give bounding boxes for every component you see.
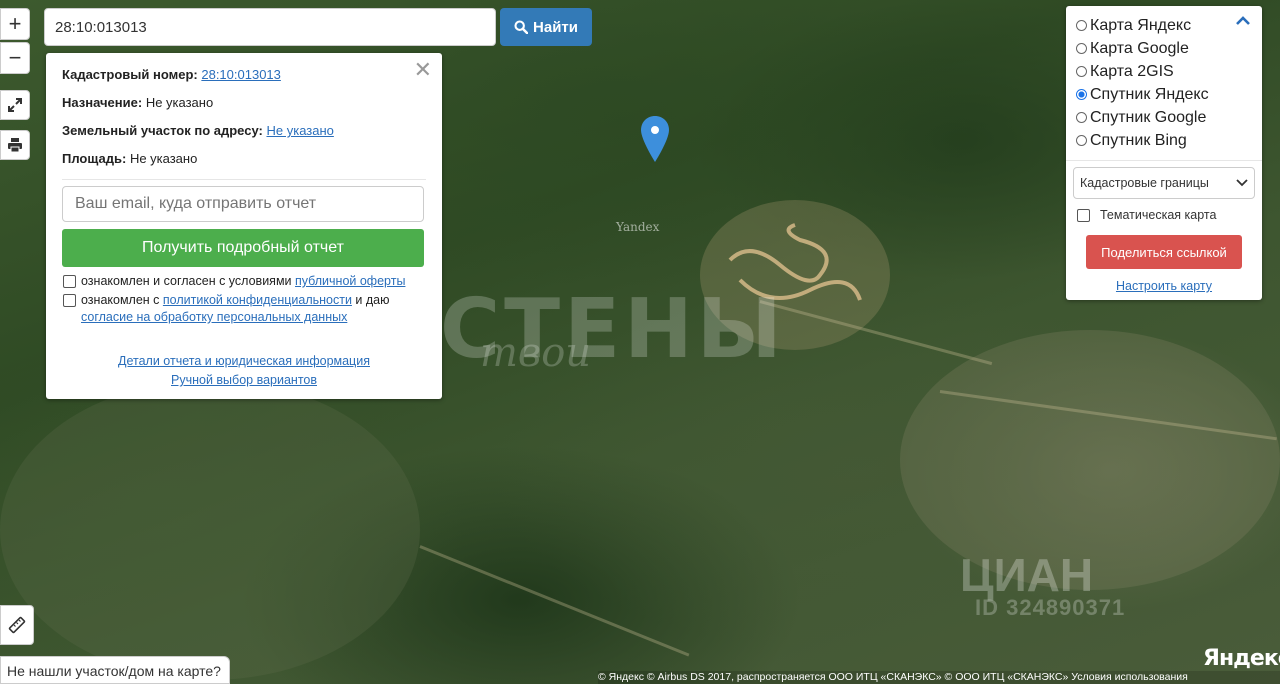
- report-details-link[interactable]: Детали отчета и юридическая информация: [118, 354, 370, 368]
- personal-data-consent-link[interactable]: согласие на обработку персональных данны…: [81, 310, 347, 324]
- get-report-button[interactable]: Получить подробный отчет: [62, 229, 424, 267]
- cian-watermark: ЦИАН: [960, 549, 1094, 601]
- thematic-map-checkbox[interactable]: [1077, 208, 1090, 222]
- map-copyright: © Яндекс © Airbus DS 2017, распространяе…: [598, 671, 1280, 684]
- village-area-left: [0, 380, 420, 680]
- cadastral-number-label: Кадастровый номер:: [62, 67, 198, 82]
- radio-selected[interactable]: [1076, 89, 1087, 100]
- search-icon: [514, 20, 529, 34]
- search-button[interactable]: Найти: [500, 8, 592, 46]
- layer-option-label: Спутник Google: [1090, 109, 1207, 126]
- ruler-button[interactable]: [0, 605, 34, 645]
- fullscreen-button[interactable]: [0, 90, 30, 120]
- layer-radio-list: Карта Яндекс Карта Google Карта 2GIS Спутни…: [1073, 14, 1255, 152]
- cadastral-search-input[interactable]: [44, 8, 496, 46]
- zoom-out-button[interactable]: −: [0, 42, 30, 74]
- watermark-script: твои: [480, 330, 592, 376]
- layer-option[interactable]: Спутник Google: [1073, 106, 1255, 129]
- layer-option[interactable]: Спутник Bing: [1073, 129, 1255, 152]
- address-label: Земельный участок по адресу:: [62, 123, 263, 138]
- thematic-map-option[interactable]: Тематическая карта: [1073, 208, 1255, 222]
- purpose-value: Не указано: [145, 95, 214, 110]
- privacy-consent-text: ознакомлен с политикой конфиденциальност…: [81, 292, 390, 326]
- divider: [1066, 160, 1262, 161]
- share-link-button[interactable]: Поделиться ссылкой: [1086, 235, 1242, 269]
- map-layers-panel: Карта Яндекс Карта Google Карта 2GIS Спутни…: [1066, 6, 1262, 300]
- layer-option[interactable]: Спутник Яндекс: [1073, 83, 1255, 106]
- search-button-label: Найти: [533, 18, 578, 36]
- radio-button[interactable]: [1076, 112, 1087, 123]
- minus-icon: −: [8, 45, 22, 70]
- purpose-label: Назначение:: [62, 95, 143, 110]
- cadastral-number-row: Кадастровый номер: 28:10:013013: [62, 67, 426, 82]
- offer-consent-text: ознакомлен и согласен с условиями публич…: [81, 273, 405, 290]
- close-icon[interactable]: ✕: [414, 57, 432, 83]
- privacy-consent-label-2: и даю: [351, 293, 390, 307]
- manual-selection-link[interactable]: Ручной выбор вариантов: [171, 373, 317, 387]
- address-link[interactable]: Не указано: [266, 123, 333, 138]
- parcel-info-panel: ✕ Кадастровый номер: 28:10:013013 Назнач…: [46, 53, 442, 399]
- email-field[interactable]: [62, 186, 424, 222]
- configure-map-link[interactable]: Настроить карту: [1073, 279, 1255, 293]
- layer-option-label: Спутник Bing: [1090, 132, 1187, 149]
- privacy-consent-row: ознакомлен с политикой конфиденциальност…: [62, 292, 426, 326]
- area-row: Площадь: Не указано: [62, 151, 426, 166]
- not-found-link[interactable]: Не нашли участок/дом на карте?: [0, 656, 230, 684]
- layer-option[interactable]: Карта Google: [1073, 37, 1255, 60]
- road: [419, 545, 690, 657]
- layer-option-label: Спутник Яндекс: [1090, 86, 1209, 103]
- cadastral-layer-select-value: Кадастровые границы: [1080, 176, 1209, 190]
- print-icon: [8, 138, 22, 153]
- layer-option-label: Карта Google: [1090, 40, 1189, 57]
- offer-checkbox[interactable]: [63, 275, 76, 288]
- radio-button[interactable]: [1076, 135, 1087, 146]
- radio-button[interactable]: [1076, 20, 1087, 31]
- expand-icon: [8, 98, 22, 112]
- privacy-consent-label: ознакомлен с: [81, 293, 163, 307]
- layer-option-label: Карта Яндекс: [1090, 17, 1192, 34]
- plus-icon: +: [8, 11, 22, 36]
- privacy-checkbox[interactable]: [63, 294, 76, 307]
- chevron-down-icon: [1236, 179, 1248, 187]
- radio-button[interactable]: [1076, 43, 1087, 54]
- offer-consent-row: ознакомлен и согласен с условиями публич…: [62, 273, 426, 290]
- address-row: Земельный участок по адресу: Не указано: [62, 123, 426, 138]
- ruler-icon: [8, 616, 26, 634]
- cadastral-number-link[interactable]: 28:10:013013: [201, 67, 281, 82]
- report-links: Детали отчета и юридическая информация Р…: [62, 352, 426, 390]
- location-marker-icon[interactable]: [641, 116, 669, 165]
- purpose-row: Назначение: Не указано: [62, 95, 426, 110]
- yandex-logo: Яндекс: [1203, 646, 1280, 671]
- area-value: Не указано: [129, 151, 198, 166]
- yandex-map-label: Yandex: [616, 220, 660, 234]
- layer-option[interactable]: Карта Яндекс: [1073, 14, 1255, 37]
- radio-button[interactable]: [1076, 66, 1087, 77]
- divider: [62, 179, 426, 180]
- public-offer-link[interactable]: публичной оферты: [295, 274, 405, 288]
- offer-consent-label: ознакомлен и согласен с условиями: [81, 274, 295, 288]
- zoom-in-button[interactable]: +: [0, 8, 30, 40]
- cian-id-watermark: ID 324890371: [975, 595, 1126, 620]
- area-label: Площадь:: [62, 151, 127, 166]
- print-button[interactable]: [0, 130, 30, 160]
- chevron-up-icon[interactable]: [1236, 16, 1250, 26]
- cadastral-layer-select[interactable]: Кадастровые границы: [1073, 167, 1255, 199]
- privacy-policy-link[interactable]: политикой конфиденциальности: [163, 293, 352, 307]
- layer-option-label: Карта 2GIS: [1090, 63, 1174, 80]
- thematic-map-label: Тематическая карта: [1100, 208, 1217, 222]
- layer-option[interactable]: Карта 2GIS: [1073, 60, 1255, 83]
